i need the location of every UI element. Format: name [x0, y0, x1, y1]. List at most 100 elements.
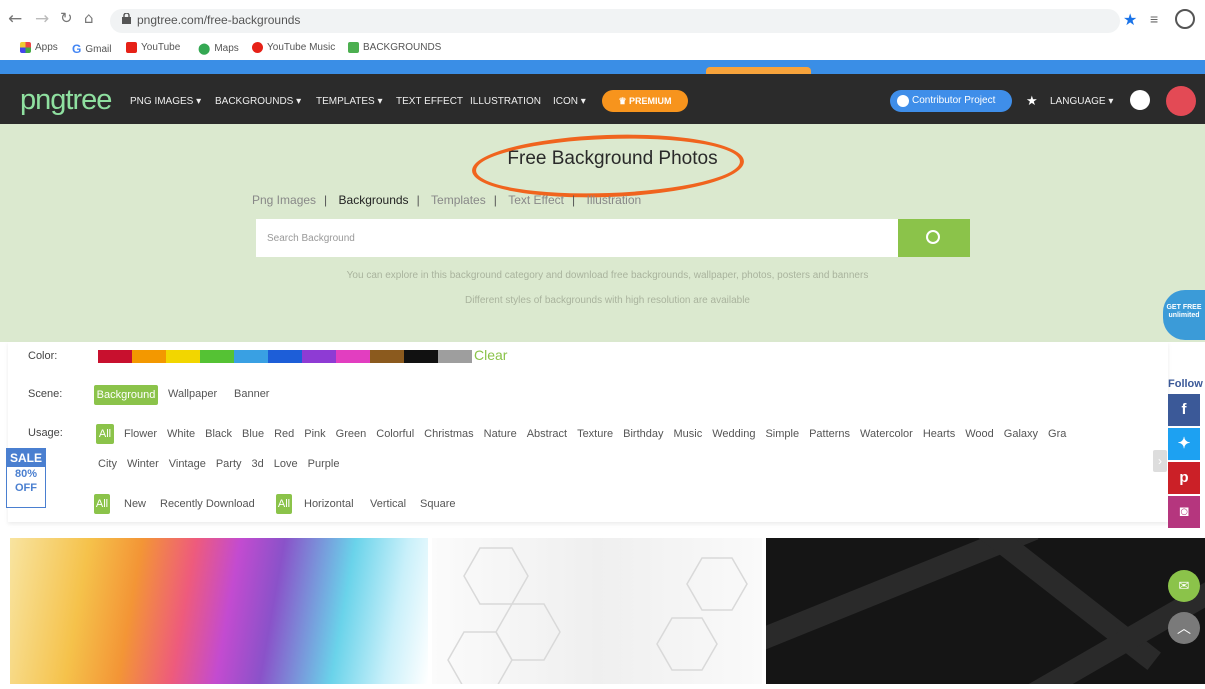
usage-tag[interactable]: Simple [765, 428, 799, 440]
email-button[interactable]: ✉ [1168, 570, 1200, 602]
home-icon[interactable]: ⌂ [84, 9, 94, 27]
usage-all-chip[interactable]: All [96, 424, 114, 444]
color-swatch[interactable] [404, 350, 438, 363]
bookmark-apps[interactable]: Apps [20, 42, 58, 53]
scene-wallpaper[interactable]: Wallpaper [168, 388, 217, 400]
usage-tag[interactable]: Watercolor [860, 428, 913, 440]
usage-tag[interactable]: Winter [127, 458, 159, 470]
usage-tag[interactable]: Purple [308, 458, 340, 470]
facebook-icon[interactable]: f [1168, 394, 1200, 426]
orientation-horizontal[interactable]: Horizontal [304, 498, 354, 510]
tab-illustration[interactable]: Illustration [586, 193, 641, 207]
usage-tag[interactable]: Black [205, 428, 232, 440]
instagram-icon[interactable]: ◙ [1168, 496, 1200, 528]
scene-banner[interactable]: Banner [234, 388, 269, 400]
usage-tag[interactable]: Colorful [376, 428, 414, 440]
color-swatch[interactable] [98, 350, 132, 363]
usage-tag[interactable]: Christmas [424, 428, 474, 440]
pinterest-icon[interactable]: p [1168, 462, 1200, 494]
usage-tag[interactable]: White [167, 428, 195, 440]
usage-tag[interactable]: Red [274, 428, 294, 440]
usage-tag[interactable]: Abstract [527, 428, 567, 440]
user-avatar[interactable] [1166, 86, 1196, 116]
tab-templates[interactable]: Templates [431, 193, 486, 207]
reading-list-icon[interactable]: ≡ [1150, 11, 1158, 27]
notification-bell-icon[interactable] [1130, 90, 1150, 110]
sort-recently-download[interactable]: Recently Download [160, 498, 255, 510]
crown-icon: ♛ [618, 96, 630, 106]
back-arrow-icon[interactable]: ← [8, 9, 22, 29]
usage-tag[interactable]: Wedding [712, 428, 755, 440]
clear-colors-link[interactable]: Clear [474, 347, 507, 363]
gallery-item-watercolor[interactable] [10, 538, 428, 684]
sort-all-chip[interactable]: All [94, 494, 110, 514]
color-swatch[interactable] [166, 350, 200, 363]
usage-tag[interactable]: Green [336, 428, 367, 440]
color-swatch[interactable] [234, 350, 268, 363]
color-swatch[interactable] [370, 350, 404, 363]
language-dropdown[interactable]: LANGUAGE ▾ [1050, 96, 1113, 107]
bookmark-gmail[interactable]: G Gmail [72, 42, 111, 56]
usage-tag[interactable]: Love [274, 458, 298, 470]
usage-tag[interactable]: Galaxy [1004, 428, 1038, 440]
tab-png-images[interactable]: Png Images [252, 193, 316, 207]
bookmark-star-icon[interactable]: ★ [1123, 10, 1137, 30]
nav-text-effect[interactable]: TEXT EFFECT [396, 96, 463, 107]
gallery-item-dark-abstract[interactable] [766, 538, 1205, 684]
usage-tag[interactable]: Patterns [809, 428, 850, 440]
bookmark-maps[interactable]: ⬤ Maps [198, 42, 239, 55]
bookmark-youtube-music[interactable]: YouTube Music [252, 42, 335, 53]
nav-icon[interactable]: ICON ▾ [553, 96, 586, 107]
usage-tag[interactable]: Wood [965, 428, 994, 440]
bookmark-backgrounds[interactable]: BACKGROUNDS [348, 42, 441, 53]
search-input[interactable] [256, 219, 898, 257]
orientation-square[interactable]: Square [420, 498, 455, 510]
color-swatch[interactable] [268, 350, 302, 363]
usage-tag[interactable]: Flower [124, 428, 157, 440]
bookmark-youtube[interactable]: YouTube [126, 42, 180, 53]
premium-button[interactable]: ♛ PREMIUM [602, 90, 688, 112]
color-swatch[interactable] [336, 350, 370, 363]
orientation-vertical[interactable]: Vertical [370, 498, 406, 510]
usage-tag[interactable]: Birthday [623, 428, 663, 440]
usage-tag[interactable]: Vintage [169, 458, 206, 470]
contributor-project-button[interactable]: Contributor Project [890, 90, 1012, 112]
color-swatch[interactable] [438, 350, 472, 363]
color-swatch[interactable] [302, 350, 336, 363]
nav-templates[interactable]: TEMPLATES ▾ [316, 96, 383, 107]
color-swatch[interactable] [132, 350, 166, 363]
usage-tag[interactable]: Nature [484, 428, 517, 440]
usage-scroll-right-icon[interactable]: › [1153, 450, 1167, 472]
nav-illustration[interactable]: ILLUSTRATION [470, 96, 541, 107]
pngtree-logo[interactable]: pngtree [20, 84, 112, 117]
promo-tab[interactable] [706, 67, 811, 74]
nav-png-images[interactable]: PNG IMAGES ▾ [130, 96, 201, 107]
twitter-icon[interactable]: ✦ [1168, 428, 1200, 460]
orientation-all-chip[interactable]: All [276, 494, 292, 514]
search-button[interactable] [898, 219, 970, 257]
tab-text-effect[interactable]: Text Effect [508, 193, 564, 207]
favorites-star-icon[interactable]: ★ [1026, 93, 1038, 109]
usage-tag[interactable]: Music [674, 428, 703, 440]
usage-tag[interactable]: Gra [1048, 428, 1066, 440]
tab-backgrounds[interactable]: Backgrounds [339, 193, 409, 207]
usage-tag[interactable]: City [98, 458, 117, 470]
usage-tag[interactable]: Texture [577, 428, 613, 440]
profile-icon[interactable] [1175, 9, 1195, 29]
forward-arrow-icon[interactable]: → [35, 9, 49, 29]
usage-tag[interactable]: Hearts [923, 428, 955, 440]
tab-divider: | [572, 193, 576, 207]
back-to-top-button[interactable]: ︿ [1168, 612, 1200, 644]
usage-tag[interactable]: Blue [242, 428, 264, 440]
sort-new[interactable]: New [124, 498, 146, 510]
scene-background-chip[interactable]: Background [94, 385, 158, 405]
reload-icon[interactable]: ↻ [60, 9, 73, 27]
color-swatch[interactable] [200, 350, 234, 363]
usage-tag[interactable]: Party [216, 458, 242, 470]
usage-tag[interactable]: Pink [304, 428, 325, 440]
gallery-item-hexagon[interactable] [432, 538, 762, 689]
sale-badge[interactable]: SALE 80% OFF [6, 448, 46, 508]
nav-backgrounds[interactable]: BACKGROUNDS ▾ [215, 96, 301, 107]
get-free-unlimited-badge[interactable]: GET FREE unlimited [1163, 290, 1205, 340]
usage-tag[interactable]: 3d [252, 458, 264, 470]
